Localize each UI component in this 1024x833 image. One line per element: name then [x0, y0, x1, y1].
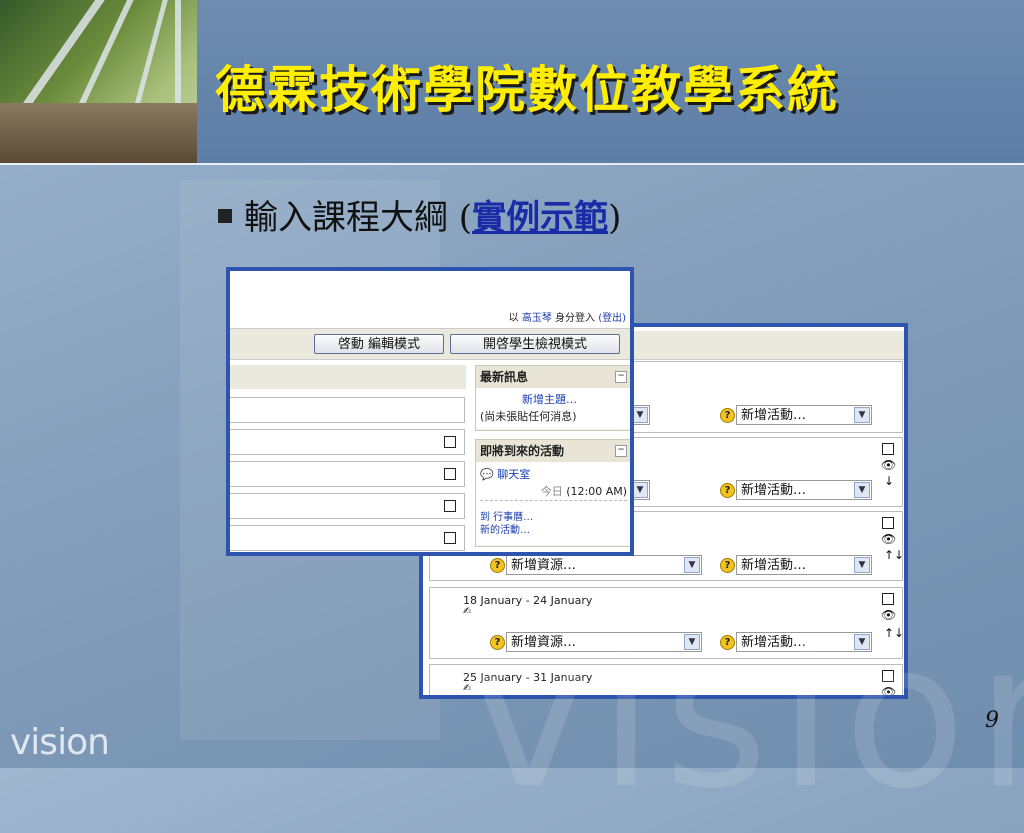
- user-link[interactable]: 高玉琴: [522, 313, 552, 324]
- course-page-screenshot: 以 高玉琴 身分登入 (登出) 啓動 編輯模式 開啓學生檢視模式 最新訊息 − 新…: [226, 267, 634, 556]
- bullet-item: 輸入課程大綱 (實例示範): [218, 190, 621, 239]
- no-news-text: (尚未張貼任何消息): [480, 410, 577, 423]
- section-row: [230, 429, 465, 455]
- slide-title: 德霖技術學院數位教學系統: [215, 60, 839, 119]
- section-row: [230, 525, 465, 551]
- section-row: [230, 461, 465, 487]
- bullet-square-icon: [218, 209, 232, 223]
- activity-select[interactable]: 新增活動… ▼: [736, 405, 872, 425]
- chevron-down-icon[interactable]: ▼: [632, 482, 648, 498]
- chat-bubble-icon: 💬: [480, 468, 494, 481]
- collapse-icon[interactable]: −: [615, 445, 627, 457]
- highlight-checkbox[interactable]: [444, 532, 456, 544]
- bullet-text: 輸入課程大綱 (: [244, 198, 473, 238]
- arrow-updown-icon[interactable]: ↑↓: [884, 548, 904, 562]
- activity-select[interactable]: 新增活動… ▼: [736, 555, 872, 575]
- vision-logo: vision: [10, 722, 110, 763]
- chevron-down-icon[interactable]: ▼: [684, 557, 700, 573]
- highlight-checkbox[interactable]: [882, 443, 894, 455]
- toolbar: 啓動 編輯模式 開啓學生檢視模式: [230, 328, 630, 360]
- eye-icon[interactable]: 👁: [881, 532, 896, 546]
- collapse-icon[interactable]: −: [615, 371, 627, 383]
- chat-link[interactable]: 聊天室: [497, 468, 530, 481]
- highlight-checkbox[interactable]: [444, 436, 456, 448]
- help-icon[interactable]: ?: [720, 558, 735, 573]
- sections-header: [230, 365, 466, 389]
- upcoming-block-title: 即將到來的活動 −: [476, 440, 630, 462]
- section-row: [230, 493, 465, 519]
- highlight-checkbox[interactable]: [882, 517, 894, 529]
- eye-icon[interactable]: 👁: [881, 458, 896, 472]
- vision-watermark: vision: [470, 600, 1024, 833]
- event-time: 今日 (12:00 AM): [540, 485, 627, 498]
- logout-link[interactable]: (登出): [598, 313, 626, 324]
- chevron-down-icon[interactable]: ▼: [854, 557, 870, 573]
- student-view-button[interactable]: 開啓學生檢視模式: [450, 334, 620, 354]
- new-event-link[interactable]: 新的活動…: [480, 521, 530, 536]
- help-icon[interactable]: ?: [720, 483, 735, 498]
- slide-header: 德霖技術學院數位教學系統: [0, 0, 1024, 165]
- add-topic-link[interactable]: 新增主題…: [522, 391, 577, 407]
- login-info: 以 高玉琴 身分登入 (登出): [508, 313, 626, 324]
- arrow-down-icon[interactable]: ↓: [884, 474, 894, 488]
- activity-select[interactable]: 新增活動… ▼: [736, 480, 872, 500]
- bridge-photo: [0, 0, 197, 163]
- upcoming-events-block: 即將到來的活動 − 💬 聊天室 今日 (12:00 AM) 到 行事曆… 新的活動…: [475, 439, 630, 547]
- chevron-down-icon[interactable]: ▼: [854, 407, 870, 423]
- chevron-down-icon[interactable]: ▼: [632, 407, 648, 423]
- divider: [480, 500, 627, 501]
- section-row: [230, 397, 465, 423]
- bullet-close: ): [608, 198, 622, 238]
- example-link[interactable]: 實例示範: [472, 198, 608, 238]
- edit-mode-button[interactable]: 啓動 編輯模式: [314, 334, 444, 354]
- news-block-title: 最新訊息 −: [476, 366, 630, 388]
- news-block: 最新訊息 − 新增主題… (尚未張貼任何消息): [475, 365, 630, 431]
- resource-select[interactable]: 新增資源…▼: [506, 555, 702, 575]
- help-icon[interactable]: ?: [490, 558, 505, 573]
- help-icon[interactable]: ?: [720, 408, 735, 423]
- chat-event[interactable]: 💬 聊天室: [480, 466, 530, 482]
- page-number: 9: [985, 708, 999, 733]
- chevron-down-icon[interactable]: ▼: [854, 482, 870, 498]
- highlight-checkbox[interactable]: [444, 468, 456, 480]
- highlight-checkbox[interactable]: [444, 500, 456, 512]
